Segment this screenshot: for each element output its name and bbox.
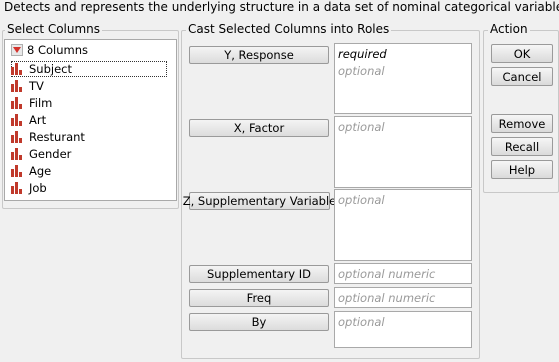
supplementary-id-button[interactable]: Supplementary ID: [189, 265, 329, 283]
supplementary-id-box[interactable]: optional numeric: [334, 263, 472, 284]
x-optional-hint: optional: [338, 120, 385, 134]
select-columns-title: Select Columns: [5, 22, 103, 36]
column-count-label: 8 Columns: [27, 43, 89, 57]
x-factor-button[interactable]: X, Factor: [189, 119, 329, 137]
x-factor-box[interactable]: optional: [334, 116, 472, 188]
column-item-gender[interactable]: Gender: [11, 146, 71, 162]
y-optional-hint: optional: [338, 64, 385, 78]
column-item-film[interactable]: Film: [11, 95, 52, 111]
freq-button[interactable]: Freq: [189, 289, 329, 307]
column-item-subject[interactable]: Subject: [11, 61, 167, 77]
column-list[interactable]: 8 Columns Subject TV Film Art Resturant …: [4, 39, 177, 201]
by-button[interactable]: By: [189, 313, 329, 331]
roles-title: Cast Selected Columns into Roles: [186, 22, 392, 36]
column-item-art[interactable]: Art: [11, 112, 46, 128]
y-response-button[interactable]: Y, Response: [189, 46, 329, 64]
help-button[interactable]: Help: [491, 160, 553, 179]
action-title: Action: [488, 22, 530, 36]
z-optional-hint: optional: [338, 193, 385, 207]
y-response-box[interactable]: required optional: [334, 43, 472, 114]
column-item-job[interactable]: Job: [11, 180, 47, 196]
nominal-column-icon: [11, 165, 23, 177]
freq-box[interactable]: optional numeric: [334, 287, 472, 308]
y-required-hint: required: [338, 47, 387, 61]
z-supplementary-variable-box[interactable]: optional: [334, 189, 472, 261]
supplementary-id-hint: optional numeric: [338, 267, 436, 281]
column-item-age[interactable]: Age: [11, 163, 51, 179]
nominal-column-icon: [11, 131, 23, 143]
menu-triangle-icon[interactable]: [11, 44, 23, 56]
nominal-column-icon: [11, 182, 23, 194]
z-supplementary-variable-button[interactable]: Z, Supplementary Variable: [183, 192, 336, 210]
cancel-button[interactable]: Cancel: [491, 67, 553, 86]
nominal-column-icon: [11, 80, 23, 92]
by-box[interactable]: optional: [334, 311, 472, 348]
nominal-column-icon: [11, 63, 23, 75]
by-hint: optional: [338, 315, 385, 329]
nominal-column-icon: [11, 148, 23, 160]
nominal-column-icon: [11, 97, 23, 109]
column-count-header[interactable]: 8 Columns: [11, 43, 88, 57]
recall-button[interactable]: Recall: [491, 137, 553, 156]
remove-button[interactable]: Remove: [491, 114, 553, 133]
nominal-column-icon: [11, 114, 23, 126]
column-item-tv[interactable]: TV: [11, 78, 44, 94]
freq-hint: optional numeric: [338, 291, 436, 305]
ok-button[interactable]: OK: [491, 44, 553, 63]
dialog-description: Detects and represents the underlying st…: [4, 0, 559, 14]
column-item-resturant[interactable]: Resturant: [11, 129, 85, 145]
